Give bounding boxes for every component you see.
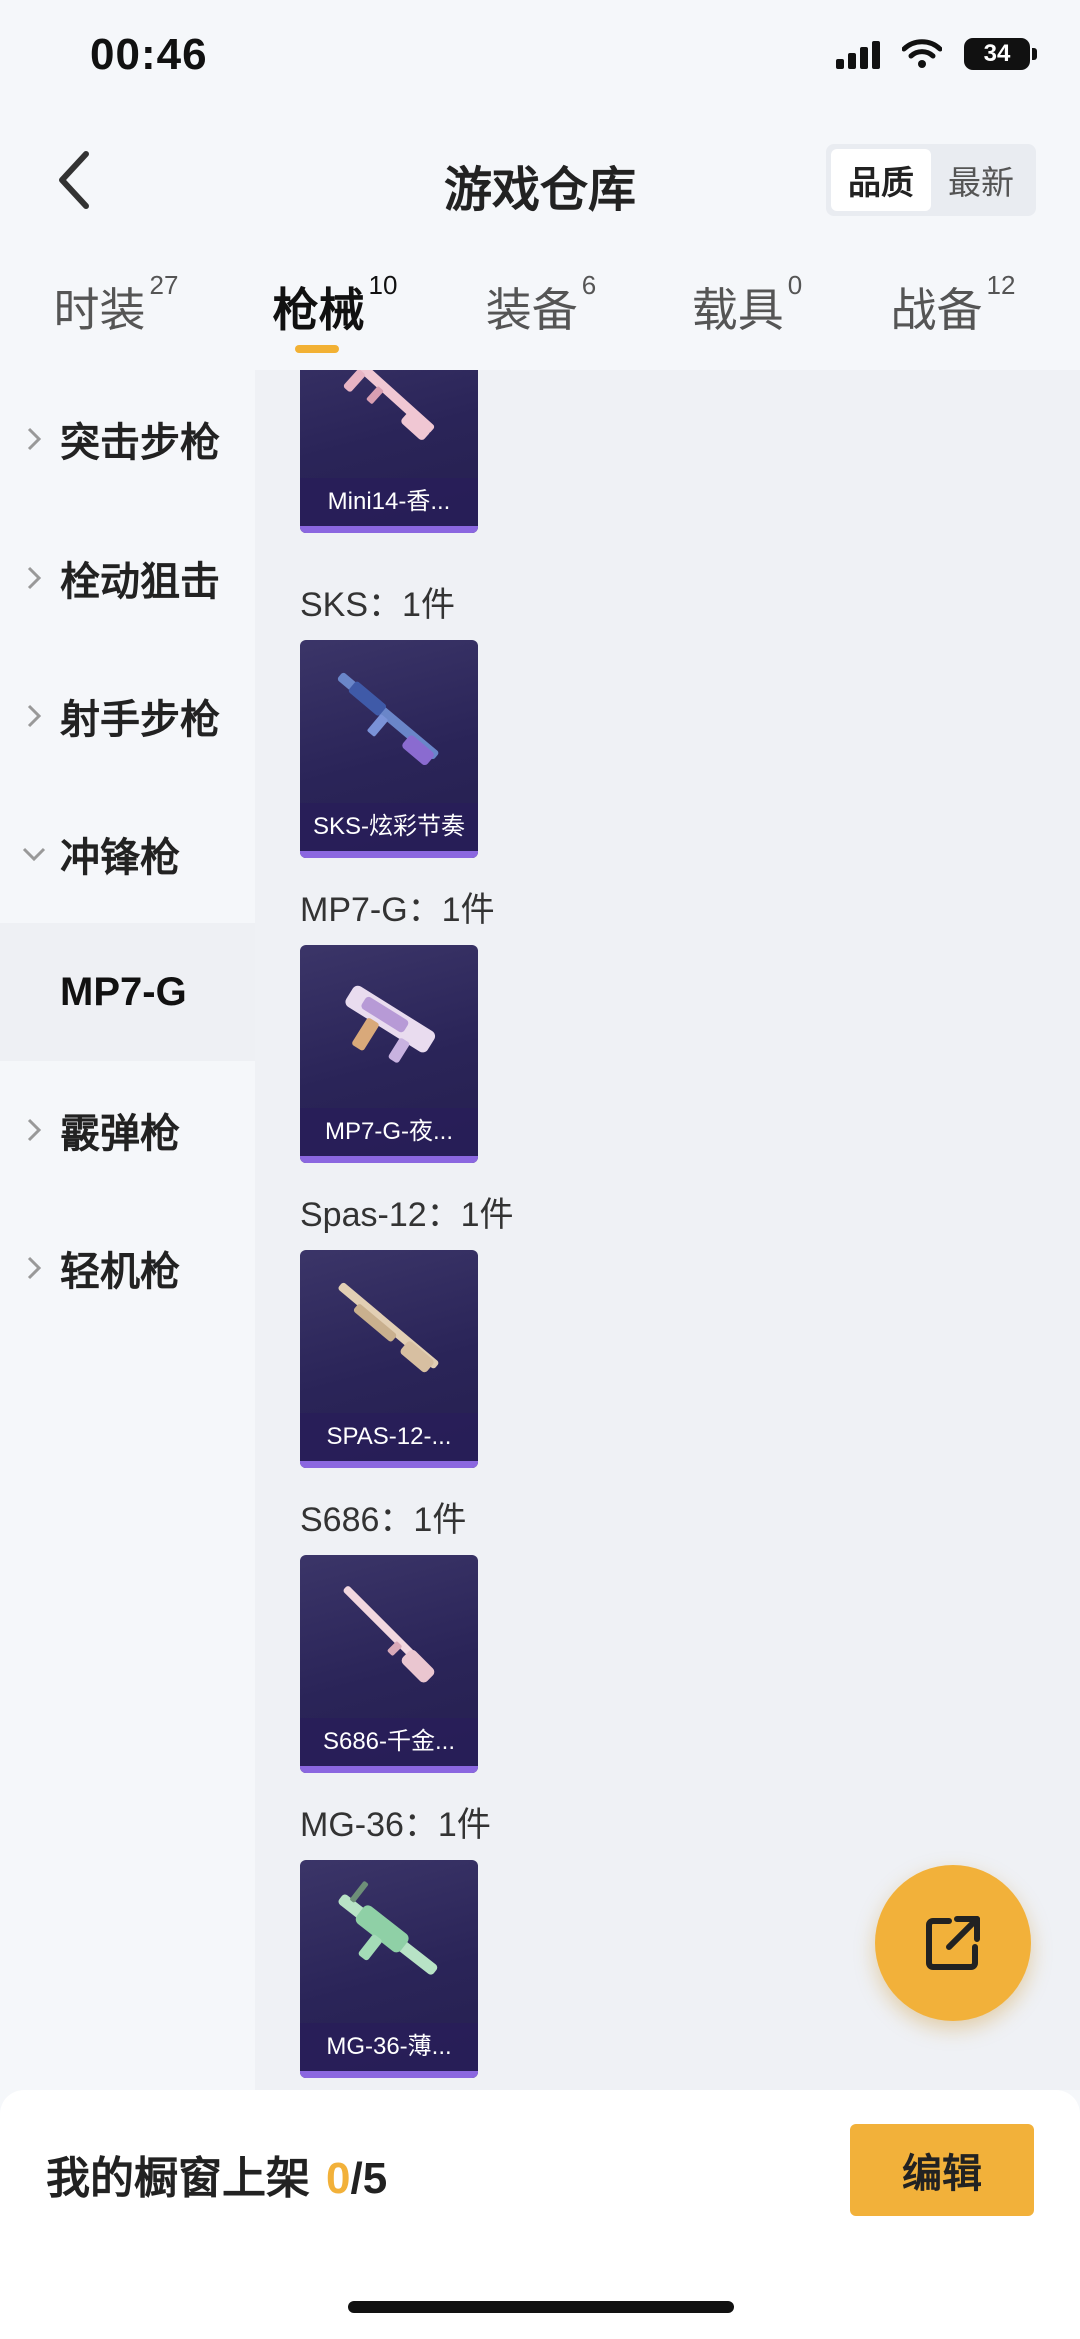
showcase-status: 我的橱窗上架 0 /5 [46,2142,387,2206]
chevron-left-icon [59,151,89,209]
showcase-total: /5 [350,2154,388,2203]
back-button[interactable] [44,148,104,212]
machine-gun-icon [338,1881,438,1975]
weapon-card-label: S686-千金... [300,1718,478,1766]
shotgun-icon [343,1586,435,1683]
chevron-right-icon [0,1255,60,1281]
sidebar-item-label: 射手步枪 [60,698,220,742]
share-button[interactable] [875,1865,1031,2021]
sidebar-item-label: 轻机枪 [60,1250,180,1294]
weapon-card-label: MG-36-薄... [300,2023,478,2071]
showcase-label: 我的橱窗上架 [46,2154,310,2203]
tab-count: 6 [581,270,597,300]
tab-count: 10 [368,270,398,300]
chevron-right-icon [0,565,60,591]
weapon-card[interactable]: Mini14-香... [300,370,478,533]
tab-count: 27 [149,270,179,300]
tab-label: 战备 [890,284,983,336]
share-icon [926,1916,980,1970]
sidebar-item-label: 霰弹枪 [60,1112,180,1156]
sidebar-item-label: 栓动狙击 [60,560,220,604]
battery-icon: 34 [964,38,1037,70]
sidebar-item-label: 突击步枪 [60,421,220,465]
weapon-group: Spas-12：1件 SPAS-12-... [300,1190,514,1468]
weapon-group: SKS：1件 SKS-炫彩节奏 [300,580,478,858]
weapon-card[interactable]: MG-36-薄... [300,1860,478,2078]
sidebar-item-assault-rifle[interactable]: 突击步枪 [0,393,255,485]
weapon-card-label: MP7-G-夜... [300,1108,478,1156]
chevron-right-icon [0,426,60,452]
active-tab-indicator [295,345,339,353]
tab-fashion[interactable]: 时装 27 [0,260,232,370]
chevron-right-icon [0,703,60,729]
sort-toggle: 品质 最新 [826,144,1036,216]
status-time: 00:46 [90,30,208,79]
weapon-card-label: Mini14-香... [300,478,478,526]
sidebar-subitem-mp7g[interactable]: MP7-G [0,923,255,1061]
shotgun-icon [338,1282,439,1373]
category-tabs: 时装 27 枪械 10 装备 6 载具 0 战备 12 [0,260,1080,370]
header: 游戏仓库 品质 最新 [0,130,1080,230]
sidebar-item-label: 冲锋枪 [60,836,180,880]
chevron-down-icon [0,846,60,862]
weapon-card[interactable]: MP7-G-夜... [300,945,478,1163]
weapon-group-title: S686：1件 [300,1501,467,1539]
status-bar: 00:46 34 [0,0,1080,120]
sidebar-item-smg[interactable]: 冲锋枪 [0,808,255,900]
signal-icon [836,39,880,69]
sidebar-item-shotgun[interactable]: 霰弹枪 [0,1084,255,1176]
sidebar-item-lmg[interactable]: 轻机枪 [0,1222,255,1314]
tab-supplies[interactable]: 战备 12 [850,260,1056,370]
bottom-bar: 我的橱窗上架 0 /5 编辑 [0,2090,1080,2339]
weapon-group-title: MP7-G：1件 [300,891,495,929]
weapon-card-label: SPAS-12-... [300,1413,478,1461]
tab-label: 时装 [53,284,146,336]
wifi-icon [902,39,942,68]
tab-vehicles[interactable]: 载具 0 [644,260,850,370]
tab-count: 0 [787,270,803,300]
weapon-group-title: MG-36：1件 [300,1806,491,1844]
home-indicator [348,2301,734,2313]
edit-button[interactable]: 编辑 [850,2124,1034,2216]
weapon-card-label: SKS-炫彩节奏 [300,803,478,851]
sidebar-item-marksman-rifle[interactable]: 射手步枪 [0,670,255,762]
weapon-group-title: SKS：1件 [300,586,455,624]
status-icons: 34 [836,38,1037,70]
tab-count: 12 [986,270,1016,300]
weapon-card[interactable]: SPAS-12-... [300,1250,478,1468]
showcase-count: 0 [326,2154,351,2203]
sidebar-subitem-label: MP7-G [60,969,187,1014]
tab-label: 装备 [485,284,578,336]
weapon-card[interactable]: S686-千金... [300,1555,478,1773]
weapon-group: Mini14-香... [300,370,478,533]
tab-label: 枪械 [272,284,365,336]
tab-label: 载具 [691,284,784,336]
tab-guns[interactable]: 枪械 10 [232,260,438,370]
weapon-group: MG-36：1件 MG-36-薄... [300,1800,491,2078]
rifle-icon [337,672,439,766]
sort-newest-button[interactable]: 最新 [931,149,1031,211]
weapon-card[interactable]: SKS-炫彩节奏 [300,640,478,858]
sort-quality-button[interactable]: 品质 [831,149,931,211]
weapon-group: S686：1件 S686-千金... [300,1495,478,1773]
chevron-right-icon [0,1117,60,1143]
weapon-group-title: Spas-12：1件 [300,1196,514,1234]
sidebar-item-bolt-sniper[interactable]: 栓动狙击 [0,532,255,624]
smg-icon [345,985,436,1063]
weapon-group: MP7-G：1件 MP7-G-夜... [300,885,495,1163]
tab-equipment[interactable]: 装备 6 [438,260,644,370]
weapon-list: Mini14-香... SKS：1件 SKS-炫彩节奏 MP7-G：1件 MP7… [255,370,1080,2090]
rifle-icon [342,370,435,440]
